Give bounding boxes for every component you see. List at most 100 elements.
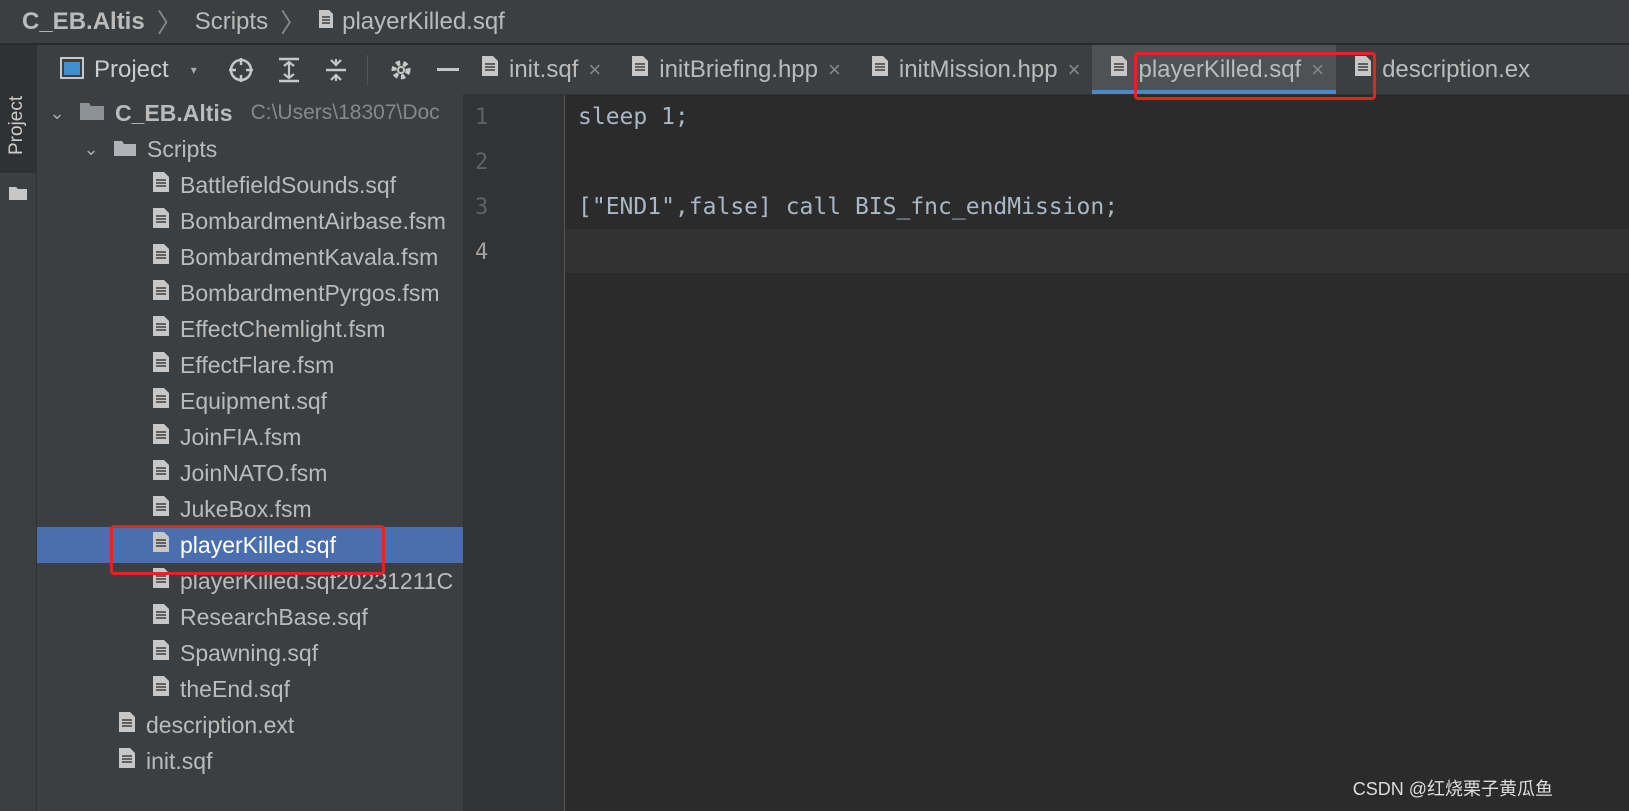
chevron-down-icon[interactable]: ⌄ (81, 139, 101, 160)
file-icon (481, 55, 499, 84)
tree-file-item[interactable]: init.sqf (37, 743, 463, 779)
line-number: 1 (475, 105, 489, 130)
tree-file-item[interactable]: Spawning.sqf (37, 635, 463, 671)
editor-tab-label: initBriefing.hpp (659, 55, 818, 83)
tree-file-item[interactable]: theEnd.sqf (37, 671, 463, 707)
code-line: ["END1",false] call BIS_fnc_endMission; (578, 194, 1119, 220)
highlight-box-tab (1134, 52, 1376, 100)
gear-icon[interactable] (386, 55, 415, 85)
tree-file-label: JukeBox.fsm (180, 495, 312, 522)
header-divider (367, 55, 369, 85)
tree-file-label: EffectFlare.fsm (180, 351, 335, 378)
line-number: 2 (475, 150, 489, 175)
file-icon (152, 423, 170, 451)
tool-window-strip: Project (0, 45, 37, 811)
file-icon (152, 603, 170, 631)
file-icon (152, 387, 170, 415)
tree-file-label: Spawning.sqf (180, 639, 319, 666)
watermark: CSDN @红烧栗子黄瓜鱼 (1352, 779, 1553, 799)
code-line: sleep 1; (578, 104, 689, 130)
file-icon (631, 55, 649, 84)
project-tool-button[interactable]: Project (0, 45, 37, 200)
editor-tab-label: initMission.hpp (898, 55, 1058, 83)
editor-tab[interactable]: initMission.hpp × (853, 45, 1093, 94)
locate-file-icon[interactable] (227, 55, 256, 85)
close-icon[interactable]: × (1068, 57, 1081, 83)
folder-icon (9, 187, 27, 200)
tree-file-label: JoinFIA.fsm (180, 423, 302, 450)
script-file-list: BattlefieldSounds.sqf BombardmentAirbase… (37, 167, 463, 707)
file-icon (1110, 55, 1128, 84)
code-editor[interactable]: sleep 1; ["END1",false] call BIS_fnc_endM… (565, 95, 1629, 811)
breadcrumb-item-file[interactable]: playerKilled.sqf (342, 8, 505, 36)
tree-file-item[interactable]: Equipment.sqf (37, 383, 463, 419)
breadcrumb: C_EB.Altis 〉 Scripts 〉 playerKilled.sqf (0, 0, 1629, 44)
breadcrumb-item-folder[interactable]: Scripts (195, 8, 268, 36)
line-number-gutter: 1 2 3 4 (463, 95, 565, 811)
folder-icon (113, 136, 137, 163)
file-icon (152, 351, 170, 379)
tree-file-label: BombardmentPyrgos.fsm (180, 279, 440, 306)
tree-folder-label: Scripts (147, 135, 218, 162)
tree-file-label: init.sqf (146, 747, 213, 774)
project-panel-header: Project ▾ (37, 45, 463, 95)
tree-root-item[interactable]: ⌄ C_EB.Altis C:\Users\18307\Doc (37, 95, 463, 131)
tree-file-label: BattlefieldSounds.sqf (180, 171, 397, 198)
tree-file-item[interactable]: BattlefieldSounds.sqf (37, 167, 463, 203)
chevron-down-icon[interactable]: ▾ (191, 63, 197, 77)
tree-root-path: C:\Users\18307\Doc (250, 101, 440, 124)
file-icon (118, 747, 136, 775)
tree-file-label: EffectChemlight.fsm (180, 315, 386, 342)
tree-file-label: BombardmentAirbase.fsm (180, 207, 446, 234)
editor-tab[interactable]: initBriefing.hpp × (613, 45, 853, 94)
close-icon[interactable]: × (828, 57, 841, 83)
minimize-icon[interactable] (434, 55, 463, 85)
close-icon[interactable]: × (588, 57, 601, 83)
project-view-icon (60, 56, 84, 84)
file-icon (152, 495, 170, 523)
tree-file-label: JoinNATO.fsm (180, 459, 328, 486)
file-icon (152, 279, 170, 307)
file-icon (152, 315, 170, 343)
project-panel: Project ▾ ⌄ C_EB.Altis C:\Users\18307\Do… (37, 45, 463, 811)
line-number: 4 (475, 240, 489, 265)
root-file-list: description.ext init.sqf (37, 707, 463, 779)
tree-file-item[interactable]: BombardmentKavala.fsm (37, 239, 463, 275)
tree-file-label: ResearchBase.sqf (180, 603, 368, 630)
folder-icon (79, 100, 105, 127)
tree-file-item[interactable]: JoinNATO.fsm (37, 455, 463, 491)
file-icon (152, 171, 170, 199)
tree-file-item[interactable]: BombardmentPyrgos.fsm (37, 275, 463, 311)
tree-file-item[interactable]: EffectFlare.fsm (37, 347, 463, 383)
chevron-down-icon[interactable]: ⌄ (47, 103, 67, 124)
tree-folder-item[interactable]: ⌄ Scripts (37, 131, 463, 167)
tree-file-item[interactable]: JoinFIA.fsm (37, 419, 463, 455)
file-icon (318, 8, 334, 36)
tree-file-label: BombardmentKavala.fsm (180, 243, 439, 270)
tree-file-label: Equipment.sqf (180, 387, 328, 414)
expand-all-icon[interactable] (274, 55, 303, 85)
tree-file-item[interactable]: description.ext (37, 707, 463, 743)
highlight-box-tree (110, 525, 385, 575)
tree-file-item[interactable]: ResearchBase.sqf (37, 599, 463, 635)
line-number: 3 (475, 195, 489, 220)
tree-file-item[interactable]: JukeBox.fsm (37, 491, 463, 527)
collapse-all-icon[interactable] (322, 55, 351, 85)
file-icon (152, 639, 170, 667)
editor-tab[interactable]: init.sqf × (463, 45, 613, 94)
project-tree: ⌄ C_EB.Altis C:\Users\18307\Doc ⌄ Script… (37, 95, 463, 779)
editor-tab-label: init.sqf (509, 55, 579, 83)
editor-tab-label: description.ex (1382, 55, 1531, 83)
project-panel-title[interactable]: Project (94, 56, 169, 84)
file-icon (152, 207, 170, 235)
editor-tab-bar: init.sqf × initBriefing.hpp × initMissio… (463, 45, 1629, 95)
tree-file-label: theEnd.sqf (180, 675, 290, 702)
tree-file-item[interactable]: BombardmentAirbase.fsm (37, 203, 463, 239)
file-icon (152, 675, 170, 703)
tree-file-item[interactable]: EffectChemlight.fsm (37, 311, 463, 347)
breadcrumb-item-project[interactable]: C_EB.Altis (22, 8, 145, 36)
current-line-highlight (565, 229, 1629, 273)
file-icon (152, 459, 170, 487)
file-icon (118, 711, 136, 739)
file-icon (871, 55, 889, 84)
